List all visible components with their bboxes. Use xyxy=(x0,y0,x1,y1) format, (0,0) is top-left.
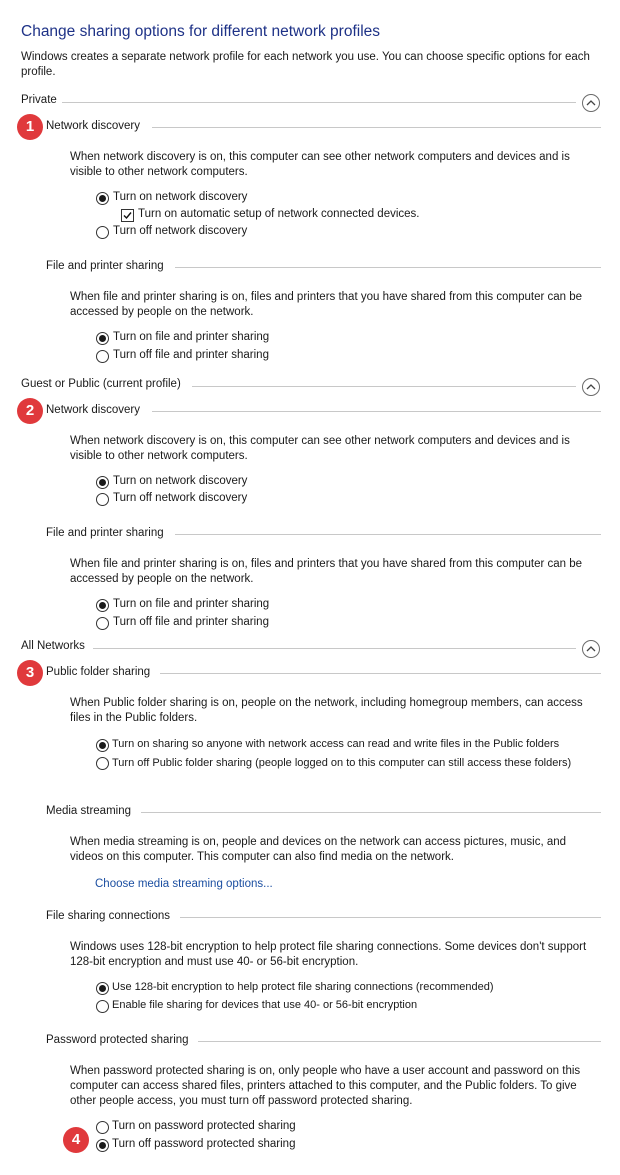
divider xyxy=(152,411,601,412)
chevron-up-icon xyxy=(586,100,596,106)
subsection-title: Public folder sharing xyxy=(46,666,151,678)
subsection-desc: When password protected sharing is on, o… xyxy=(70,1065,581,1107)
checkbox-label[interactable]: Turn on automatic setup of network conne… xyxy=(138,208,419,220)
page-intro: Windows creates a separate network profi… xyxy=(21,51,590,78)
radio-public-folder-on[interactable] xyxy=(96,739,109,752)
radio-public-folder-off[interactable] xyxy=(96,757,109,770)
callout-badge: 2 xyxy=(17,398,43,424)
divider xyxy=(141,812,601,813)
section-header-all: All Networks xyxy=(21,640,85,652)
subsection-desc: When network discovery is on, this compu… xyxy=(70,435,570,462)
subsection-title: File and printer sharing xyxy=(46,527,164,539)
subsection-desc: When Public folder sharing is on, people… xyxy=(70,697,583,724)
collapse-private-button[interactable] xyxy=(582,94,600,112)
page-title: Change sharing options for different net… xyxy=(21,23,381,40)
divider xyxy=(62,102,576,103)
radio-password-off[interactable] xyxy=(96,1139,109,1152)
divider xyxy=(175,534,601,535)
divider xyxy=(198,1041,601,1042)
radio-label[interactable]: Turn off Public folder sharing (people l… xyxy=(112,756,582,771)
divider xyxy=(160,673,601,674)
subsection-title: File sharing connections xyxy=(46,910,171,922)
subsection-desc: When file and printer sharing is on, fil… xyxy=(70,291,583,318)
radio-private-discovery-off[interactable] xyxy=(96,226,109,239)
collapse-all-button[interactable] xyxy=(582,640,600,658)
radio-guest-discovery-on[interactable] xyxy=(96,476,109,489)
subsection-title: File and printer sharing xyxy=(46,260,164,272)
checkbox-auto-setup[interactable] xyxy=(121,209,134,222)
divider xyxy=(93,648,576,649)
subsection-title: Network discovery xyxy=(46,404,140,416)
subsection-desc: Windows uses 128-bit encryption to help … xyxy=(70,941,587,968)
radio-private-fps-off[interactable] xyxy=(96,350,109,363)
radio-label[interactable]: Use 128-bit encryption to help protect f… xyxy=(112,981,494,993)
checkmark-icon xyxy=(123,212,132,220)
callout-badge: 4 xyxy=(63,1127,89,1153)
radio-label[interactable]: Turn off file and printer sharing xyxy=(113,616,269,628)
radio-label[interactable]: Turn off network discovery xyxy=(113,225,247,237)
divider xyxy=(175,267,601,268)
subsection-desc: When file and printer sharing is on, fil… xyxy=(70,558,583,585)
divider xyxy=(152,127,601,128)
radio-label[interactable]: Turn on file and printer sharing xyxy=(113,598,269,610)
radio-40-56bit[interactable] xyxy=(96,1000,109,1013)
radio-label[interactable]: Turn on sharing so anyone with network a… xyxy=(112,738,559,750)
radio-label[interactable]: Turn on password protected sharing xyxy=(112,1120,296,1132)
callout-badge: 3 xyxy=(17,660,43,686)
radio-password-on[interactable] xyxy=(96,1121,109,1134)
radio-label[interactable]: Turn off password protected sharing xyxy=(112,1138,295,1150)
section-header-guest: Guest or Public (current profile) xyxy=(21,378,181,390)
radio-guest-fps-off[interactable] xyxy=(96,617,109,630)
collapse-guest-button[interactable] xyxy=(582,378,600,396)
chevron-up-icon xyxy=(586,384,596,390)
radio-private-discovery-on[interactable] xyxy=(96,192,109,205)
divider xyxy=(180,917,601,918)
subsection-title: Media streaming xyxy=(46,805,132,817)
radio-label[interactable]: Enable file sharing for devices that use… xyxy=(112,999,417,1011)
radio-label[interactable]: Turn off network discovery xyxy=(113,492,247,504)
radio-label[interactable]: Turn off file and printer sharing xyxy=(113,349,269,361)
section-header-private: Private xyxy=(21,94,57,106)
subsection-desc: When network discovery is on, this compu… xyxy=(70,151,570,178)
callout-badge: 1 xyxy=(17,114,43,140)
radio-label[interactable]: Turn on network discovery xyxy=(113,475,247,487)
radio-guest-fps-on[interactable] xyxy=(96,599,109,612)
chevron-up-icon xyxy=(586,646,596,652)
radio-128bit[interactable] xyxy=(96,982,109,995)
subsection-title: Password protected sharing xyxy=(46,1034,189,1046)
media-streaming-options-link[interactable]: Choose media streaming options... xyxy=(95,878,273,890)
radio-private-fps-on[interactable] xyxy=(96,332,109,345)
subsection-desc: When media streaming is on, people and d… xyxy=(70,836,567,863)
radio-guest-discovery-off[interactable] xyxy=(96,493,109,506)
divider xyxy=(192,386,576,387)
radio-label[interactable]: Turn on file and printer sharing xyxy=(113,331,269,343)
subsection-title: Network discovery xyxy=(46,120,140,132)
radio-label[interactable]: Turn on network discovery xyxy=(113,191,247,203)
